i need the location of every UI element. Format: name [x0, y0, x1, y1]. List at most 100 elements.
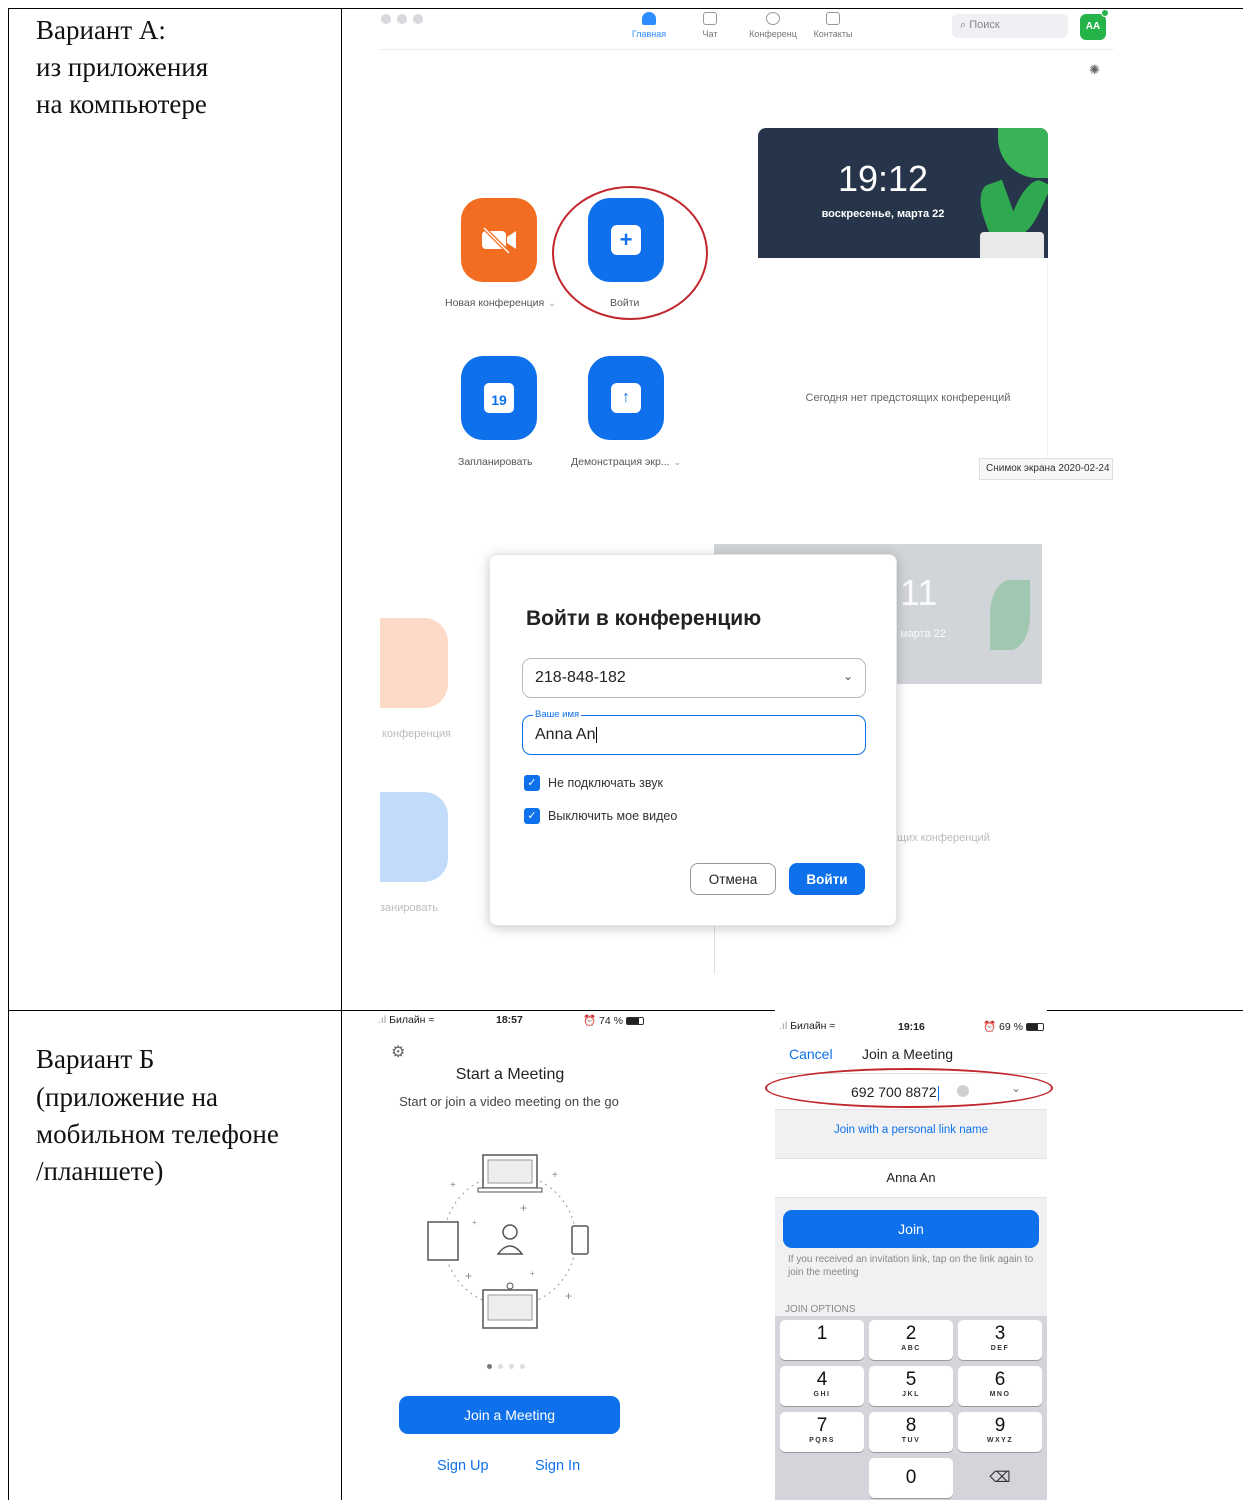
- alarm-icon: ⏰: [583, 1015, 597, 1027]
- phone2-status-bar: .ıl Билайн ≈: [779, 1020, 835, 1032]
- upload-arrow-icon: ↑: [611, 383, 641, 413]
- chevron-down-icon: ⌄: [673, 457, 682, 467]
- signal-icon: .ıl: [378, 1014, 387, 1026]
- phone1-battery: 74 %: [599, 1015, 623, 1027]
- signal-icon: .ıl: [779, 1020, 788, 1032]
- backspace-icon[interactable]: ⌫: [958, 1458, 1042, 1498]
- home-icon: [642, 12, 656, 25]
- window-control-maximize[interactable]: [413, 14, 423, 24]
- key-3[interactable]: 3 DEF: [958, 1320, 1042, 1360]
- nav-tab-chat-label: Чат: [702, 29, 718, 39]
- phone2-time: 19:16: [898, 1021, 925, 1033]
- name-value: Anna An: [535, 726, 596, 743]
- invitation-hint: If you received an invitation link, tap …: [788, 1254, 1034, 1278]
- nav-tab-meetings-label: Конференц: [749, 29, 797, 39]
- search-placeholder: Поиск: [969, 19, 1000, 31]
- table-column-divider: [341, 8, 342, 1500]
- share-screen-button[interactable]: ↑: [588, 356, 664, 440]
- chevron-down-icon[interactable]: ⌄: [843, 669, 853, 683]
- clock-date: воскресенье, марта 22: [821, 208, 945, 220]
- faded-new-meeting-label: конференция: [382, 728, 452, 740]
- key-0[interactable]: 0: [869, 1458, 953, 1498]
- key-8[interactable]: 8 TUV: [869, 1412, 953, 1452]
- faded-plant: [990, 580, 1030, 650]
- faded-schedule-label: занировать: [380, 902, 438, 914]
- svg-text:+: +: [465, 1269, 472, 1283]
- join-options-header: JOIN OPTIONS: [785, 1304, 856, 1315]
- faded-date-fragment: марта 22: [900, 628, 946, 640]
- devices-illustration: + + + + + + +: [427, 1154, 589, 1329]
- start-meeting-subtitle: Start or join a video meeting on the go: [399, 1094, 619, 1109]
- battery-icon: [1025, 1023, 1044, 1032]
- upcoming-panel: [758, 258, 1048, 480]
- cancel-button[interactable]: Отмена: [690, 863, 776, 895]
- key-4[interactable]: 4 GHI: [780, 1366, 864, 1406]
- name-field-legend: Ваше имя: [533, 709, 582, 720]
- video-off-checkbox[interactable]: ✓: [524, 808, 540, 824]
- key-9[interactable]: 9 WXYZ: [958, 1412, 1042, 1452]
- join-a-meeting-button[interactable]: Join a Meeting: [399, 1396, 620, 1434]
- faded-no-meetings: щих конференций: [897, 832, 990, 844]
- join-button[interactable]: Join: [783, 1210, 1039, 1248]
- variant-b-line-4: /планшете): [36, 1156, 164, 1186]
- settings-icon[interactable]: ⚙: [391, 1042, 405, 1062]
- personal-link-name-link[interactable]: Join with a personal link name: [775, 1124, 1047, 1136]
- svg-text:+: +: [520, 1201, 527, 1215]
- window-control-close[interactable]: [381, 14, 391, 24]
- sign-in-link[interactable]: Sign In: [535, 1458, 580, 1474]
- plant-pot: [980, 232, 1044, 258]
- table-border-left: [8, 8, 9, 1500]
- clock-icon: [766, 12, 780, 25]
- svg-text:+: +: [530, 1269, 535, 1278]
- chat-icon: [703, 12, 717, 25]
- page-indicator: [484, 1364, 528, 1369]
- svg-text:+: +: [565, 1289, 572, 1303]
- alarm-icon: ⏰: [983, 1021, 997, 1033]
- nav-tab-home[interactable]: Главная: [619, 12, 679, 39]
- screenshot-tag: Снимок экрана 2020-02-24: [979, 458, 1113, 480]
- svg-text:+: +: [472, 1218, 477, 1227]
- window-control-minimize[interactable]: [397, 14, 407, 24]
- key-7[interactable]: 7 PQRS: [780, 1412, 864, 1452]
- status-dot: [1101, 9, 1109, 17]
- nav-tab-home-label: Главная: [631, 29, 667, 39]
- wifi-icon: ≈: [829, 1020, 836, 1032]
- nav-tab-chat[interactable]: Чат: [680, 12, 740, 39]
- gear-icon[interactable]: ✺: [1089, 62, 1100, 78]
- dialog-join-button[interactable]: Войти: [789, 863, 865, 895]
- schedule-button[interactable]: 19: [461, 356, 537, 440]
- share-screen-label: Демонстрация экр... ⌄: [571, 456, 682, 468]
- variant-a-line-3: на компьютере: [36, 89, 207, 119]
- phone1-carrier: Билайн: [389, 1014, 426, 1026]
- faded-time-fragment: 11: [900, 572, 938, 613]
- name-field[interactable]: Ваше имя Anna An: [522, 709, 866, 755]
- key-2[interactable]: 2 ABC: [869, 1320, 953, 1360]
- faded-new-meeting-button: [380, 618, 448, 708]
- key-5[interactable]: 5 JKL: [869, 1366, 953, 1406]
- text-cursor: [595, 726, 597, 743]
- battery-icon: [625, 1017, 644, 1026]
- mute-audio-checkbox[interactable]: ✓: [524, 775, 540, 791]
- calendar-icon: 19: [484, 379, 514, 413]
- video-off-icon: [482, 226, 516, 255]
- contacts-icon: [826, 12, 840, 25]
- search-input[interactable]: ⌕ Поиск: [952, 14, 1068, 38]
- numeric-keypad: 1 2 ABC 3 DEF 4 GHI 5 JKL 6 MNO 7 PQRS 8 TUV 9W…: [775, 1316, 1047, 1500]
- key-1[interactable]: 1: [780, 1320, 864, 1360]
- nav-tab-contacts[interactable]: Контакты: [803, 12, 863, 39]
- new-meeting-button[interactable]: [461, 198, 537, 282]
- avatar[interactable]: AA: [1080, 14, 1106, 40]
- clock-time: 19:12: [837, 158, 929, 199]
- dialog-title: Войти в конференцию: [526, 607, 762, 630]
- nav-tab-meetings[interactable]: Конференц: [743, 12, 803, 39]
- phone1-battery-status: ⏰ 74 %: [583, 1014, 644, 1027]
- video-off-label: Выключить мое видео: [548, 809, 678, 823]
- key-6[interactable]: 6 MNO: [958, 1366, 1042, 1406]
- join-meeting-title: Join a Meeting: [862, 1046, 954, 1062]
- sign-up-link[interactable]: Sign Up: [437, 1458, 489, 1474]
- meeting-id-field[interactable]: 218-848-182 ⌄: [522, 658, 866, 698]
- search-icon: ⌕: [960, 19, 967, 31]
- svg-text:+: +: [450, 1180, 456, 1191]
- cancel-link[interactable]: Cancel: [789, 1046, 833, 1062]
- phone1-status-bar: .ıl Билайн ≈: [378, 1014, 434, 1026]
